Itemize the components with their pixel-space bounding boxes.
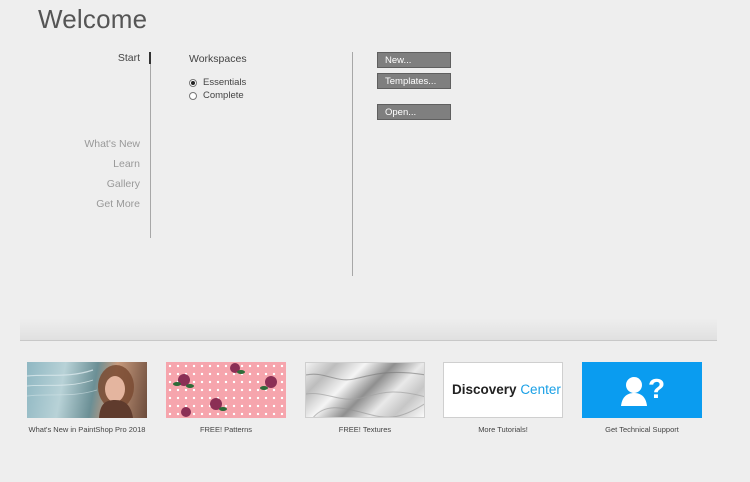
tile-caption: FREE! Textures: [338, 425, 392, 434]
page-title: Welcome: [38, 4, 148, 34]
nav-item-get-more[interactable]: Get More: [96, 198, 140, 210]
tile-whats-new[interactable]: What's New in PaintShop Pro 2018: [27, 362, 147, 434]
content-divider: [352, 52, 353, 276]
templates-button[interactable]: Templates...: [377, 73, 451, 89]
whats-new-thumbnail[interactable]: [27, 362, 147, 418]
workspace-option-label: Complete: [203, 90, 244, 101]
tile-patterns[interactable]: FREE! Patterns: [166, 362, 286, 434]
tile-textures[interactable]: FREE! Textures: [305, 362, 425, 434]
radio-unselected-icon[interactable]: [189, 91, 197, 100]
bottom-separator: [20, 340, 717, 341]
tile-caption: What's New in PaintShop Pro 2018: [28, 425, 146, 434]
svg-text:?: ?: [648, 373, 665, 404]
workspace-option-complete[interactable]: Complete: [189, 90, 244, 101]
tile-more-tutorials[interactable]: Discovery Center ™ More Tutorials!: [443, 362, 563, 434]
tile-caption: More Tutorials!: [478, 425, 528, 434]
textures-thumbnail[interactable]: [305, 362, 425, 418]
new-button[interactable]: New...: [377, 52, 451, 68]
nav-item-start[interactable]: Start: [118, 52, 140, 64]
tile-support[interactable]: ? Get Technical Support: [582, 362, 702, 434]
portrait-photo-icon: [27, 365, 134, 418]
discovery-center-logo: Discovery Center ™: [452, 382, 561, 397]
patterns-thumbnail[interactable]: [166, 362, 286, 418]
discovery-center-thumbnail[interactable]: Discovery Center ™: [443, 362, 563, 418]
tile-caption: Get Technical Support: [605, 425, 679, 434]
nav-list: Start What's New Learn Gallery Get More: [60, 52, 152, 238]
rose-pattern-icon: [173, 363, 277, 417]
nav-item-whats-new[interactable]: What's New: [84, 138, 140, 150]
workspaces-title: Workspaces: [189, 53, 247, 65]
bottom-shadow: [20, 318, 717, 340]
workspace-option-label: Essentials: [203, 77, 247, 88]
workspace-option-essentials[interactable]: Essentials: [189, 77, 246, 88]
open-button[interactable]: Open...: [377, 104, 451, 120]
tile-caption: FREE! Patterns: [199, 425, 253, 434]
nav-item-learn[interactable]: Learn: [113, 158, 140, 170]
marble-texture-icon: [306, 371, 424, 417]
support-person-question-icon: ?: [621, 373, 665, 406]
radio-selected-icon[interactable]: [189, 78, 197, 87]
nav-item-gallery[interactable]: Gallery: [107, 178, 140, 190]
support-thumbnail[interactable]: ?: [582, 362, 702, 418]
